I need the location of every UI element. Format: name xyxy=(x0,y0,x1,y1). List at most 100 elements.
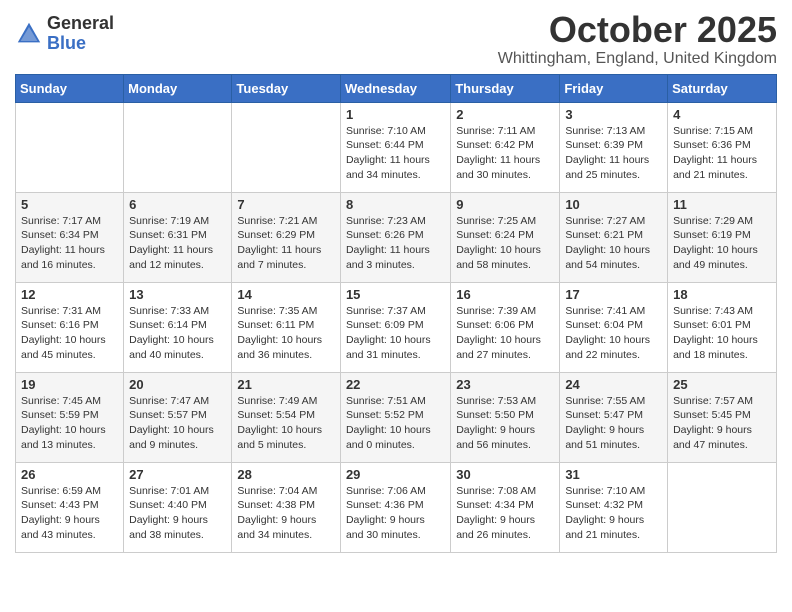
day-number: 20 xyxy=(129,377,226,392)
calendar-cell: 15 Sunrise: 7:37 AM Sunset: 6:09 PM Dayli… xyxy=(340,282,450,372)
calendar-cell: 14 Sunrise: 7:35 AM Sunset: 6:11 PM Dayli… xyxy=(232,282,341,372)
calendar-cell: 6 Sunrise: 7:19 AM Sunset: 6:31 PM Daylig… xyxy=(124,192,232,282)
day-number: 22 xyxy=(346,377,445,392)
calendar-cell: 20 Sunrise: 7:47 AM Sunset: 5:57 PM Dayli… xyxy=(124,372,232,462)
day-info: Sunrise: 7:51 AM Sunset: 5:52 PM Dayligh… xyxy=(346,395,431,451)
day-info: Sunrise: 7:45 AM Sunset: 5:59 PM Dayligh… xyxy=(21,395,106,451)
header-day: Friday xyxy=(560,74,668,102)
calendar-cell: 21Sunrise: 7:49 AM Sunset: 5:54 PM Dayli… xyxy=(232,372,341,462)
day-number: 16 xyxy=(456,287,554,302)
day-info: Sunrise: 7:13 AM Sunset: 6:39 PM Dayligh… xyxy=(565,125,649,181)
day-info: Sunrise: 7:39 AM Sunset: 6:06 PM Dayligh… xyxy=(456,305,541,361)
calendar-week: 19 Sunrise: 7:45 AM Sunset: 5:59 PM Dayli… xyxy=(16,372,777,462)
day-info: Sunrise: 7:43 AM Sunset: 6:01 PM Dayligh… xyxy=(673,305,758,361)
calendar-cell: 2Sunrise: 7:11 AM Sunset: 6:42 PM Daylig… xyxy=(451,102,560,192)
calendar-cell: 31Sunrise: 7:10 AM Sunset: 4:32 PM Dayli… xyxy=(560,462,668,552)
calendar-cell: 16 Sunrise: 7:39 AM Sunset: 6:06 PM Dayli… xyxy=(451,282,560,372)
day-number: 26 xyxy=(21,467,118,482)
day-number: 30 xyxy=(456,467,554,482)
day-info: Sunrise: 7:47 AM Sunset: 5:57 PM Dayligh… xyxy=(129,395,214,451)
day-number: 17 xyxy=(565,287,662,302)
calendar-cell xyxy=(16,102,124,192)
calendar-cell xyxy=(232,102,341,192)
day-info: Sunrise: 7:41 AM Sunset: 6:04 PM Dayligh… xyxy=(565,305,650,361)
calendar-cell: 26 Sunrise: 6:59 AM Sunset: 4:43 PM Dayli… xyxy=(16,462,124,552)
day-number: 21 xyxy=(237,377,335,392)
day-info: Sunrise: 7:33 AM Sunset: 6:14 PM Dayligh… xyxy=(129,305,214,361)
logo: General Blue xyxy=(15,14,114,54)
logo-general: General xyxy=(47,14,114,34)
day-info: Sunrise: 7:23 AM Sunset: 6:26 PM Dayligh… xyxy=(346,215,430,271)
calendar: SundayMondayTuesdayWednesdayThursdayFrid… xyxy=(15,74,777,553)
month-title: October 2025 xyxy=(498,10,777,50)
calendar-cell: 25Sunrise: 7:57 AM Sunset: 5:45 PM Dayli… xyxy=(668,372,777,462)
day-number: 24 xyxy=(565,377,662,392)
calendar-cell: 23Sunrise: 7:53 AM Sunset: 5:50 PM Dayli… xyxy=(451,372,560,462)
day-info: Sunrise: 7:15 AM Sunset: 6:36 PM Dayligh… xyxy=(673,125,757,181)
day-number: 19 xyxy=(21,377,118,392)
day-number: 18 xyxy=(673,287,771,302)
calendar-cell: 18 Sunrise: 7:43 AM Sunset: 6:01 PM Dayli… xyxy=(668,282,777,372)
calendar-cell: 11 Sunrise: 7:29 AM Sunset: 6:19 PM Dayli… xyxy=(668,192,777,282)
calendar-cell: 9Sunrise: 7:25 AM Sunset: 6:24 PM Daylig… xyxy=(451,192,560,282)
calendar-header: SundayMondayTuesdayWednesdayThursdayFrid… xyxy=(16,74,777,102)
calendar-cell: 10Sunrise: 7:27 AM Sunset: 6:21 PM Dayli… xyxy=(560,192,668,282)
day-number: 14 xyxy=(237,287,335,302)
day-number: 6 xyxy=(129,197,226,212)
calendar-cell: 22 Sunrise: 7:51 AM Sunset: 5:52 PM Dayli… xyxy=(340,372,450,462)
calendar-cell: 28 Sunrise: 7:04 AM Sunset: 4:38 PM Dayli… xyxy=(232,462,341,552)
day-number: 1 xyxy=(346,107,445,122)
day-info: Sunrise: 7:04 AM Sunset: 4:38 PM Dayligh… xyxy=(237,485,317,541)
day-info: Sunrise: 7:06 AM Sunset: 4:36 PM Dayligh… xyxy=(346,485,426,541)
day-number: 7 xyxy=(237,197,335,212)
calendar-week: 26 Sunrise: 6:59 AM Sunset: 4:43 PM Dayli… xyxy=(16,462,777,552)
calendar-cell: 19 Sunrise: 7:45 AM Sunset: 5:59 PM Dayli… xyxy=(16,372,124,462)
calendar-cell: 8 Sunrise: 7:23 AM Sunset: 6:26 PM Daylig… xyxy=(340,192,450,282)
header-day: Thursday xyxy=(451,74,560,102)
day-number: 15 xyxy=(346,287,445,302)
day-number: 29 xyxy=(346,467,445,482)
calendar-cell: 17 Sunrise: 7:41 AM Sunset: 6:04 PM Dayli… xyxy=(560,282,668,372)
day-info: Sunrise: 7:19 AM Sunset: 6:31 PM Dayligh… xyxy=(129,215,213,271)
day-number: 27 xyxy=(129,467,226,482)
day-info: Sunrise: 7:08 AM Sunset: 4:34 PM Dayligh… xyxy=(456,485,536,541)
calendar-cell: 4 Sunrise: 7:15 AM Sunset: 6:36 PM Daylig… xyxy=(668,102,777,192)
header-row: SundayMondayTuesdayWednesdayThursdayFrid… xyxy=(16,74,777,102)
day-number: 28 xyxy=(237,467,335,482)
day-info: Sunrise: 7:10 AM Sunset: 6:44 PM Dayligh… xyxy=(346,125,430,181)
day-info: Sunrise: 7:21 AM Sunset: 6:29 PM Dayligh… xyxy=(237,215,321,271)
header-day: Saturday xyxy=(668,74,777,102)
day-info: Sunrise: 7:37 AM Sunset: 6:09 PM Dayligh… xyxy=(346,305,431,361)
day-number: 4 xyxy=(673,107,771,122)
calendar-cell xyxy=(124,102,232,192)
day-number: 10 xyxy=(565,197,662,212)
calendar-cell: 24 Sunrise: 7:55 AM Sunset: 5:47 PM Dayli… xyxy=(560,372,668,462)
day-number: 12 xyxy=(21,287,118,302)
day-number: 25 xyxy=(673,377,771,392)
day-number: 9 xyxy=(456,197,554,212)
calendar-cell: 27Sunrise: 7:01 AM Sunset: 4:40 PM Dayli… xyxy=(124,462,232,552)
calendar-cell xyxy=(668,462,777,552)
day-number: 8 xyxy=(346,197,445,212)
calendar-cell: 30 Sunrise: 7:08 AM Sunset: 4:34 PM Dayli… xyxy=(451,462,560,552)
day-number: 23 xyxy=(456,377,554,392)
day-info: Sunrise: 7:10 AM Sunset: 4:32 PM Dayligh… xyxy=(565,485,645,541)
calendar-cell: 5Sunrise: 7:17 AM Sunset: 6:34 PM Daylig… xyxy=(16,192,124,282)
day-info: Sunrise: 7:55 AM Sunset: 5:47 PM Dayligh… xyxy=(565,395,645,451)
header-day: Wednesday xyxy=(340,74,450,102)
logo-text: General Blue xyxy=(47,14,114,54)
day-number: 3 xyxy=(565,107,662,122)
day-info: Sunrise: 6:59 AM Sunset: 4:43 PM Dayligh… xyxy=(21,485,101,541)
day-info: Sunrise: 7:17 AM Sunset: 6:34 PM Dayligh… xyxy=(21,215,105,271)
logo-blue: Blue xyxy=(47,34,114,54)
calendar-week: 1 Sunrise: 7:10 AM Sunset: 6:44 PM Daylig… xyxy=(16,102,777,192)
page-header: General Blue October 2025 Whittingham, E… xyxy=(15,10,777,68)
day-info: Sunrise: 7:29 AM Sunset: 6:19 PM Dayligh… xyxy=(673,215,758,271)
day-info: Sunrise: 7:35 AM Sunset: 6:11 PM Dayligh… xyxy=(237,305,322,361)
day-number: 13 xyxy=(129,287,226,302)
day-number: 11 xyxy=(673,197,771,212)
calendar-cell: 3 Sunrise: 7:13 AM Sunset: 6:39 PM Daylig… xyxy=(560,102,668,192)
day-info: Sunrise: 7:31 AM Sunset: 6:16 PM Dayligh… xyxy=(21,305,106,361)
calendar-week: 12 Sunrise: 7:31 AM Sunset: 6:16 PM Dayli… xyxy=(16,282,777,372)
header-day: Sunday xyxy=(16,74,124,102)
